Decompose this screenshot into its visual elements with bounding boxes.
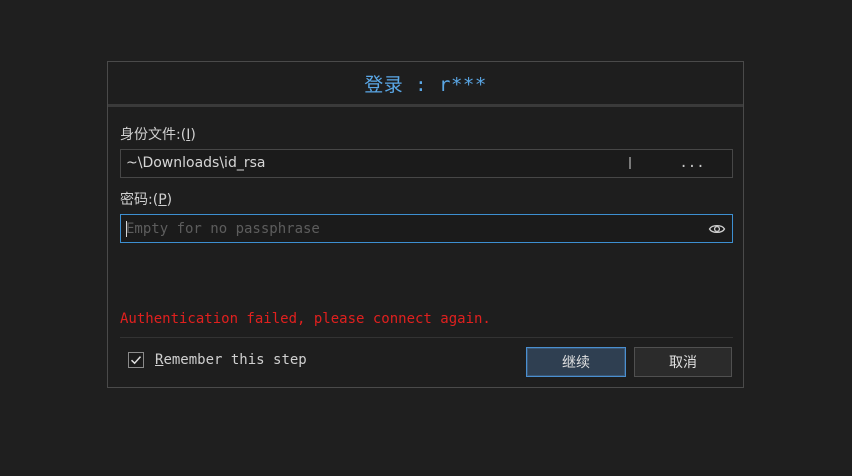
password-input[interactable] — [121, 215, 701, 242]
continue-button[interactable]: 继续 — [526, 347, 626, 377]
identity-file-path[interactable]: ~\Downloads\id_rsa — [126, 155, 265, 171]
checkmark-icon — [130, 356, 142, 365]
divider — [120, 337, 733, 338]
remember-step-label: Remember this step — [155, 352, 307, 368]
cancel-button[interactable]: 取消 — [634, 347, 732, 377]
identity-file-field[interactable]: ~\Downloads\id_rsa ... — [120, 149, 733, 178]
dialog-title: 登录 : r*** — [108, 62, 743, 107]
error-message: Authentication failed, please connect ag… — [120, 311, 491, 327]
eye-icon[interactable] — [708, 220, 726, 238]
login-dialog: 登录 : r*** 身份文件:(I) ~\Downloads\id_rsa ..… — [107, 61, 744, 388]
text-cursor — [629, 157, 631, 169]
password-field[interactable] — [120, 214, 733, 243]
remember-step-checkbox[interactable]: Remember this step — [128, 352, 307, 368]
identity-file-label: 身份文件:(I) — [120, 127, 196, 143]
password-label: 密码:(P) — [120, 192, 173, 208]
browse-button[interactable]: ... — [651, 150, 733, 177]
text-caret — [126, 221, 127, 237]
checkbox[interactable] — [128, 352, 144, 368]
